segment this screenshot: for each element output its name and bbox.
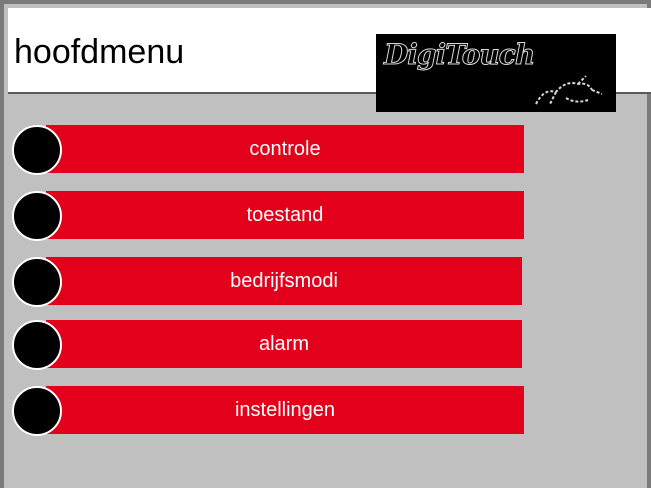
menu-button-knob[interactable]	[12, 191, 62, 241]
menu-button-knob[interactable]	[12, 386, 62, 436]
page-title: hoofdmenu	[14, 33, 185, 71]
menu-button-knob[interactable]	[12, 320, 62, 370]
menu-item-instellingen[interactable]: instellingen	[12, 386, 524, 436]
menu-item-controle[interactable]: controle	[12, 125, 524, 175]
menu-item-toestand[interactable]: toestand	[12, 191, 524, 241]
menu-item-label[interactable]: controle	[46, 125, 524, 173]
menu-item-label[interactable]: alarm	[46, 320, 522, 368]
touch-figure-icon	[535, 75, 603, 105]
digitouch-logo: DigiTouch	[376, 34, 616, 112]
menu-button-knob[interactable]	[12, 257, 62, 307]
menu-item-label[interactable]: toestand	[46, 191, 524, 239]
menu-button-knob[interactable]	[12, 125, 62, 175]
hmi-screen: hoofdmenu DigiTouch controle toestand be…	[0, 0, 651, 488]
menu-item-alarm[interactable]: alarm	[12, 320, 522, 370]
menu-item-bedrijfsmodi[interactable]: bedrijfsmodi	[12, 257, 522, 307]
logo-text: DigiTouch	[383, 38, 535, 72]
menu-item-label[interactable]: instellingen	[46, 386, 524, 434]
menu-item-label[interactable]: bedrijfsmodi	[46, 257, 522, 305]
